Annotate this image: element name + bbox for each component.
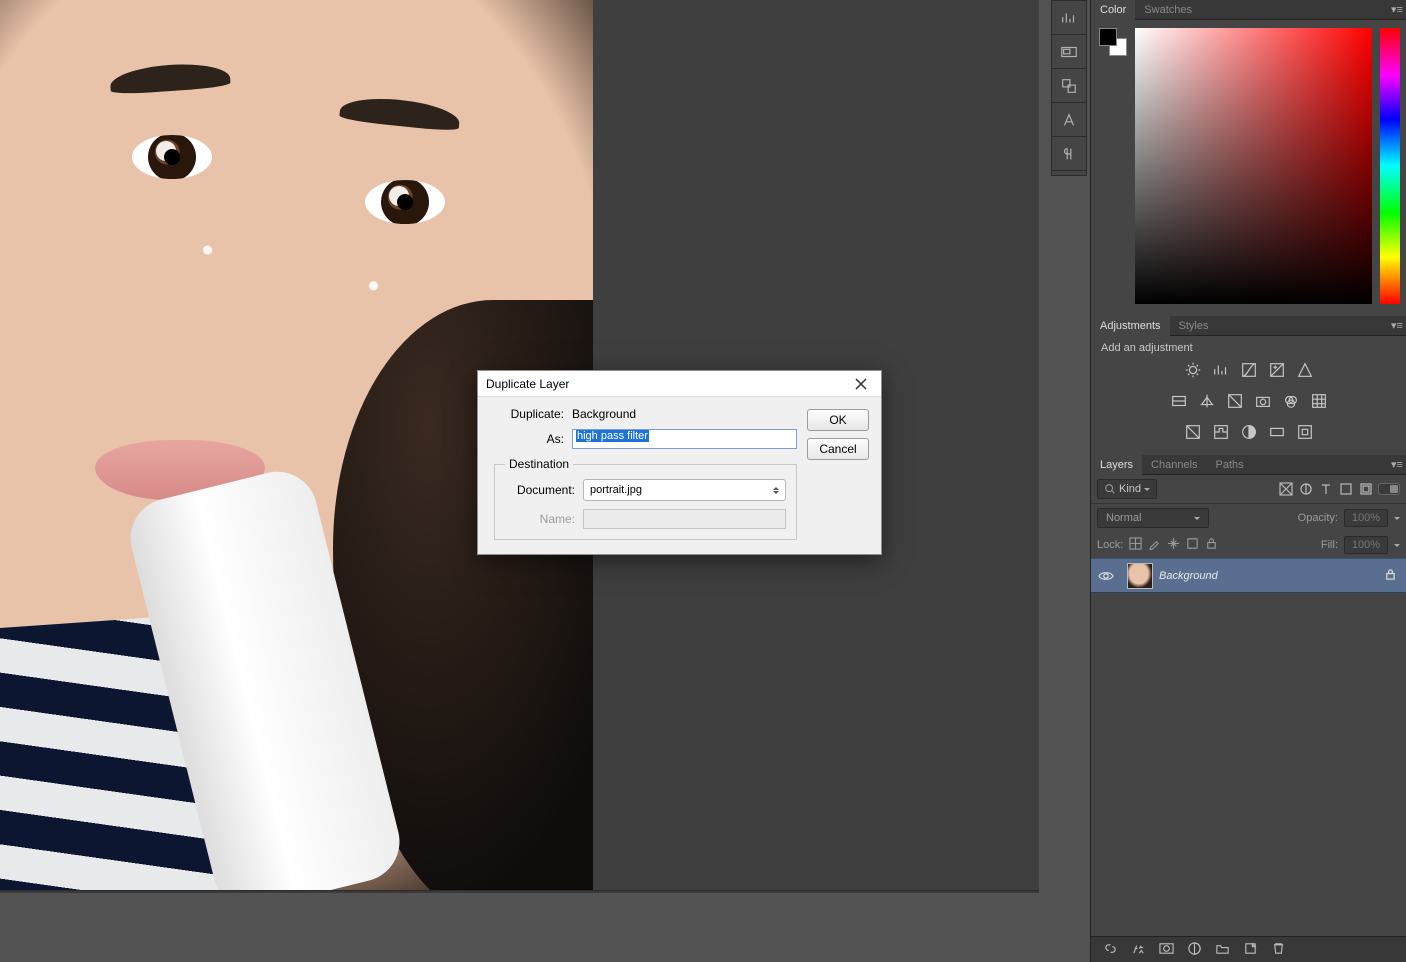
filter-smartobject-icon[interactable] bbox=[1358, 481, 1374, 497]
gradient-map-icon[interactable] bbox=[1268, 423, 1286, 444]
exposure-icon[interactable] bbox=[1268, 361, 1286, 382]
filter-adjustment-icon[interactable] bbox=[1298, 481, 1314, 497]
name-input bbox=[583, 509, 786, 529]
channel-mixer-icon[interactable] bbox=[1282, 392, 1300, 413]
filter-pixel-icon[interactable] bbox=[1278, 481, 1294, 497]
dialog-title: Duplicate Layer bbox=[486, 377, 569, 391]
tab-styles[interactable]: Styles bbox=[1170, 316, 1218, 336]
layer-list[interactable]: Background bbox=[1091, 558, 1406, 928]
duplicate-value: Background bbox=[572, 407, 636, 421]
tab-paths[interactable]: Paths bbox=[1207, 455, 1253, 475]
brightness-contrast-icon[interactable] bbox=[1184, 361, 1202, 382]
lock-all-icon[interactable] bbox=[1205, 537, 1218, 553]
character-icon[interactable] bbox=[1052, 103, 1086, 137]
tab-color[interactable]: Color bbox=[1091, 0, 1135, 20]
filter-toggle[interactable] bbox=[1378, 483, 1400, 495]
tab-layers[interactable]: Layers bbox=[1091, 455, 1142, 475]
hue-slider[interactable] bbox=[1380, 28, 1400, 304]
blend-mode-value: Normal bbox=[1106, 512, 1141, 524]
color-lookup-icon[interactable] bbox=[1310, 392, 1328, 413]
color-panel bbox=[1091, 20, 1406, 316]
hue-saturation-icon[interactable] bbox=[1170, 392, 1188, 413]
fill-field[interactable]: 100% bbox=[1344, 536, 1388, 554]
link-layers-icon[interactable] bbox=[1103, 941, 1118, 959]
document-dropdown[interactable]: portrait.jpg bbox=[583, 479, 786, 501]
lock-artboard-icon[interactable] bbox=[1186, 537, 1199, 553]
paragraph-icon[interactable] bbox=[1052, 137, 1086, 171]
color-panel-menu-icon[interactable]: ▾≡ bbox=[1388, 3, 1406, 16]
black-white-icon[interactable] bbox=[1226, 392, 1244, 413]
new-adjustment-layer-icon[interactable] bbox=[1187, 941, 1202, 959]
layer-name[interactable]: Background bbox=[1159, 570, 1218, 582]
posterize-icon[interactable] bbox=[1212, 423, 1230, 444]
levels-icon[interactable] bbox=[1212, 361, 1230, 382]
duplicate-layer-dialog: Duplicate Layer Duplicate: Background As… bbox=[477, 370, 882, 555]
lock-icon bbox=[1385, 568, 1396, 584]
opacity-label: Opacity: bbox=[1298, 512, 1338, 524]
layers-panel-menu-icon[interactable]: ▾≡ bbox=[1388, 458, 1406, 471]
vibrance-icon[interactable] bbox=[1296, 361, 1314, 382]
lock-transparency-icon[interactable] bbox=[1129, 537, 1142, 553]
layers-panel-tabs: Layers Channels Paths ▾≡ bbox=[1091, 455, 1406, 475]
document-value: portrait.jpg bbox=[590, 484, 642, 496]
filter-type-icon[interactable] bbox=[1318, 481, 1334, 497]
tab-channels[interactable]: Channels bbox=[1142, 455, 1206, 475]
close-icon[interactable] bbox=[849, 374, 873, 394]
foreground-swatch[interactable] bbox=[1099, 28, 1117, 46]
shapes-icon[interactable] bbox=[1052, 69, 1086, 103]
destination-group: Destination Document: portrait.jpg Name: bbox=[494, 457, 797, 540]
layer-filter-kind[interactable]: Kind bbox=[1097, 479, 1157, 499]
opacity-field[interactable]: 100% bbox=[1344, 509, 1388, 527]
ok-button[interactable]: OK bbox=[807, 409, 869, 431]
lock-pixels-icon[interactable] bbox=[1148, 537, 1161, 553]
status-bar bbox=[0, 893, 1039, 962]
layer-thumbnail[interactable] bbox=[1127, 563, 1153, 589]
delete-layer-icon[interactable] bbox=[1271, 941, 1286, 959]
adjustments-panel: Add an adjustment bbox=[1091, 336, 1406, 455]
collapsed-panel-strip bbox=[1051, 0, 1087, 176]
selective-color-icon[interactable] bbox=[1296, 423, 1314, 444]
photo-filter-icon[interactable] bbox=[1254, 392, 1272, 413]
layers-panel: Kind Normal Opacity: 100% Lock: bbox=[1091, 475, 1406, 928]
name-label: Name: bbox=[505, 512, 575, 526]
filter-shape-icon[interactable] bbox=[1338, 481, 1354, 497]
color-field[interactable] bbox=[1135, 28, 1372, 304]
as-label: As: bbox=[478, 432, 564, 446]
lock-position-icon[interactable] bbox=[1167, 537, 1180, 553]
threshold-icon[interactable] bbox=[1240, 423, 1258, 444]
layer-mask-icon[interactable] bbox=[1159, 941, 1174, 959]
kind-label: Kind bbox=[1119, 483, 1141, 495]
fill-label: Fill: bbox=[1321, 539, 1338, 551]
color-panel-tabs: Color Swatches ▾≡ bbox=[1091, 0, 1406, 20]
destination-legend: Destination bbox=[505, 457, 573, 471]
visibility-toggle[interactable] bbox=[1091, 570, 1121, 582]
layers-footer bbox=[1091, 936, 1406, 962]
tab-adjustments[interactable]: Adjustments bbox=[1091, 316, 1170, 336]
new-group-icon[interactable] bbox=[1215, 941, 1230, 959]
invert-icon[interactable] bbox=[1184, 423, 1202, 444]
layer-row[interactable]: Background bbox=[1091, 558, 1406, 593]
lock-label: Lock: bbox=[1097, 539, 1123, 551]
adjustments-panel-menu-icon[interactable]: ▾≡ bbox=[1388, 319, 1406, 332]
new-layer-icon[interactable] bbox=[1243, 941, 1258, 959]
curves-icon[interactable] bbox=[1240, 361, 1258, 382]
adjustments-panel-tabs: Adjustments Styles ▾≡ bbox=[1091, 316, 1406, 336]
add-adjustment-label: Add an adjustment bbox=[1099, 340, 1398, 356]
foreground-background-swatches[interactable] bbox=[1099, 28, 1127, 56]
cancel-button[interactable]: Cancel bbox=[807, 438, 869, 460]
as-input[interactable]: high pass filter bbox=[572, 429, 797, 449]
blend-mode-dropdown[interactable]: Normal bbox=[1097, 508, 1209, 528]
navigator-icon[interactable] bbox=[1052, 35, 1086, 69]
tab-swatches[interactable]: Swatches bbox=[1135, 0, 1201, 20]
layer-fx-icon[interactable] bbox=[1131, 941, 1146, 959]
histogram-icon[interactable] bbox=[1052, 1, 1086, 35]
document-label: Document: bbox=[505, 483, 575, 497]
color-balance-icon[interactable] bbox=[1198, 392, 1216, 413]
duplicate-label: Duplicate: bbox=[478, 407, 564, 421]
